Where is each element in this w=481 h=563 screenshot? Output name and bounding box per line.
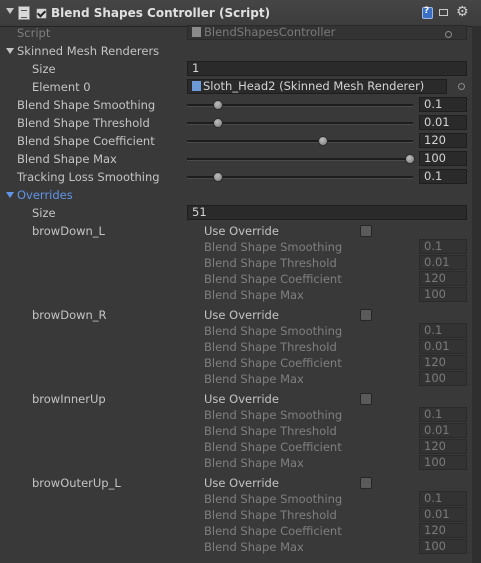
setting-row: Blend Shape Coefficient 120 [0, 132, 481, 150]
setting-value-input[interactable]: 0.1 [419, 97, 467, 112]
size-value: 1 [192, 61, 200, 75]
component-header[interactable]: Blend Shapes Controller (Script) ⚙ [0, 0, 481, 27]
override-field-value: 0.1 [419, 491, 467, 506]
collapse-arrow-icon[interactable] [6, 8, 14, 14]
renderers-size-row: Size 1 [0, 60, 481, 78]
override-field-row: Blend Shape Max 100 [0, 454, 481, 472]
element-value: Sloth_Head2 (Skinned Mesh Renderer) [203, 79, 425, 93]
skinned-mesh-icon [192, 81, 201, 91]
setting-value-input[interactable]: 100 [419, 151, 467, 166]
object-picker-icon [445, 31, 452, 38]
override-field-label: Blend Shape Max [204, 288, 304, 302]
overrides-size-input[interactable]: 51 [187, 205, 467, 220]
script-row: Script BlendShapesController [0, 24, 481, 42]
overrides-foldout[interactable]: Overrides [0, 186, 481, 204]
slider-track[interactable] [187, 140, 413, 143]
setting-row: Blend Shape Threshold 0.01 [0, 114, 481, 132]
override-field-value: 0.1 [419, 323, 467, 338]
slider-thumb[interactable] [213, 172, 224, 182]
override-field-value: 100 [419, 455, 467, 470]
override-field-value: 120 [419, 355, 467, 370]
override-field-value: 120 [419, 523, 467, 538]
override-field-value: 0.1 [419, 239, 467, 254]
setting-label: Tracking Loss Smoothing [17, 170, 160, 184]
setting-row: Blend Shape Max 100 [0, 150, 481, 168]
skinned-mesh-renderers-foldout[interactable]: Skinned Mesh Renderers [0, 42, 481, 60]
override-field-row: Blend Shape Max 100 [0, 370, 481, 388]
override-field-value: 0.1 [419, 407, 467, 422]
setting-label: Blend Shape Coefficient [17, 134, 155, 148]
setting-label: Blend Shape Max [17, 152, 117, 166]
override-field-label: Blend Shape Max [204, 372, 304, 386]
element-0-object-field[interactable]: Sloth_Head2 (Skinned Mesh Renderer) [187, 79, 447, 94]
slider-thumb[interactable] [317, 136, 328, 146]
override-field-label: Blend Shape Max [204, 456, 304, 470]
use-override-checkbox[interactable] [360, 477, 372, 489]
use-override-checkbox[interactable] [360, 225, 372, 237]
override-field-value: 100 [419, 539, 467, 554]
override-field-row: Blend Shape Max 100 [0, 538, 481, 556]
component-enabled-checkbox[interactable] [36, 8, 47, 19]
script-value: BlendShapesController [204, 25, 336, 39]
setting-value-input[interactable]: 0.1 [419, 169, 467, 184]
object-picker-icon[interactable] [458, 83, 465, 90]
setting-value-input[interactable]: 0.01 [419, 115, 467, 130]
help-icon[interactable] [422, 6, 433, 19]
size-label: Size [32, 62, 56, 76]
override-field-value: 0.01 [419, 255, 467, 270]
override-field-row: Blend Shape Max 100 [0, 286, 481, 304]
slider-thumb[interactable] [213, 118, 224, 128]
element-0-row: Element 0 Sloth_Head2 (Skinned Mesh Rend… [0, 78, 481, 96]
slider-thumb[interactable] [405, 154, 415, 164]
overrides-size-row: Size 51 [0, 204, 481, 222]
override-field-value: 100 [419, 287, 467, 302]
use-override-checkbox[interactable] [360, 309, 372, 321]
override-field-value: 100 [419, 371, 467, 386]
slider-track[interactable] [187, 158, 413, 161]
setting-label: Blend Shape Smoothing [17, 98, 156, 112]
overrides-label: Overrides [17, 188, 73, 202]
component-title: Blend Shapes Controller (Script) [51, 6, 271, 20]
override-field-label: Blend Shape Max [204, 540, 304, 554]
gear-icon[interactable]: ⚙ [456, 4, 470, 20]
script-field: BlendShapesController [187, 25, 467, 40]
setting-row: Blend Shape Smoothing 0.1 [0, 96, 481, 114]
slider-thumb[interactable] [213, 100, 224, 110]
override-field-value: 120 [419, 439, 467, 454]
use-override-checkbox[interactable] [360, 393, 372, 405]
override-field-value: 120 [419, 271, 467, 286]
foldout-arrow-icon[interactable] [6, 48, 14, 54]
script-file-icon [192, 27, 201, 37]
setting-label: Blend Shape Threshold [17, 116, 150, 130]
script-icon [18, 6, 30, 20]
override-field-value: 0.01 [419, 423, 467, 438]
override-field-value: 0.01 [419, 507, 467, 522]
size-value: 51 [192, 205, 207, 219]
foldout-arrow-icon[interactable] [6, 192, 14, 198]
preset-icon[interactable] [439, 9, 448, 16]
script-label: Script [17, 26, 51, 40]
setting-value-input[interactable]: 120 [419, 133, 467, 148]
setting-row: Tracking Loss Smoothing 0.1 [0, 168, 481, 186]
override-field-value: 0.01 [419, 339, 467, 354]
element-label: Element 0 [32, 80, 91, 94]
foldout-label: Skinned Mesh Renderers [17, 44, 160, 58]
renderers-size-input[interactable]: 1 [187, 61, 467, 76]
size-label: Size [32, 206, 56, 220]
